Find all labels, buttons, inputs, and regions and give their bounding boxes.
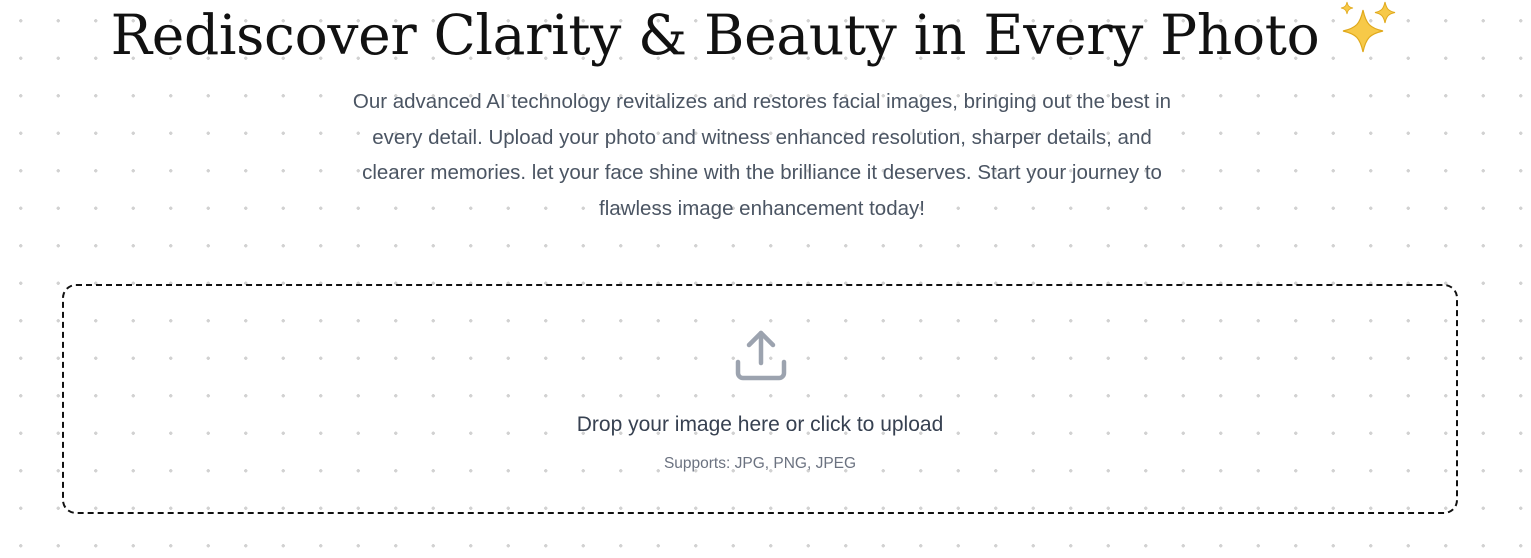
upload-dropzone[interactable]: Drop your image here or click to upload … <box>62 284 1458 514</box>
page-title-text: Rediscover Clarity & Beauty in Every Pho… <box>110 3 1320 67</box>
upload-instruction: Drop your image here or click to upload <box>576 413 944 436</box>
page-title: Rediscover Clarity & Beauty in Every Pho… <box>0 0 1512 69</box>
hero-description: Our advanced AI technology revitalizes a… <box>352 90 1172 220</box>
sparkles-icon <box>1341 1 1396 53</box>
supported-formats: Supports: JPG, PNG, JPEG <box>663 455 857 472</box>
upload-icon <box>735 330 787 381</box>
